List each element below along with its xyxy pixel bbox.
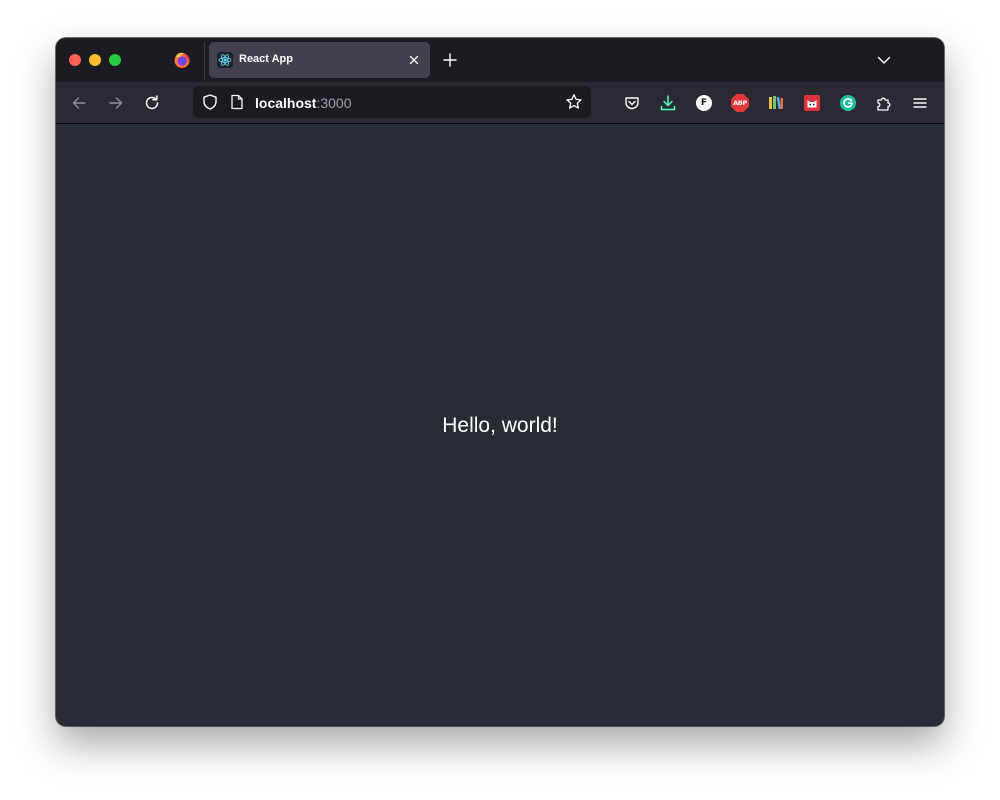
extensions-puzzle-icon[interactable]	[875, 94, 893, 112]
navigation-toolbar: localhost:3000 F ABP	[56, 82, 944, 124]
menu-icon[interactable]	[911, 94, 929, 112]
f-extension-label: F	[696, 95, 712, 111]
url-bar[interactable]: localhost:3000	[193, 86, 591, 118]
close-tab-icon[interactable]	[406, 52, 422, 68]
grammarly-icon[interactable]	[839, 94, 857, 112]
url-port: :3000	[316, 95, 352, 111]
adblock-plus-icon[interactable]: ABP	[731, 94, 749, 112]
download-icon[interactable]	[659, 94, 677, 112]
tab-divider	[204, 42, 205, 80]
tab-strip: React App	[56, 38, 944, 82]
url-host: localhost	[255, 95, 317, 111]
arrow-right-icon[interactable]	[107, 94, 125, 112]
adblock-label: ABP	[731, 94, 749, 112]
tab-title: React App	[239, 53, 293, 65]
shield-icon[interactable]	[201, 93, 219, 111]
page-content: Hello, world!	[56, 124, 944, 726]
chevron-down-icon[interactable]	[876, 52, 892, 68]
cat-extension-icon[interactable]	[803, 94, 821, 112]
firefox-icon[interactable]	[173, 51, 191, 69]
f-extension-icon[interactable]: F	[695, 94, 713, 112]
window-minimize-button[interactable]	[89, 54, 101, 66]
tab-react-app[interactable]: React App	[209, 42, 430, 78]
window-zoom-button[interactable]	[109, 54, 121, 66]
pocket-icon[interactable]	[623, 94, 641, 112]
bookmark-star-icon[interactable]	[565, 93, 583, 111]
url-text[interactable]: localhost:3000	[255, 95, 352, 111]
new-tab-plus-icon[interactable]	[442, 52, 458, 68]
window-close-button[interactable]	[69, 54, 81, 66]
library-books-icon[interactable]	[767, 94, 785, 112]
arrow-left-icon[interactable]	[70, 94, 88, 112]
page-icon[interactable]	[230, 94, 244, 110]
hello-message: Hello, world!	[442, 414, 558, 437]
reload-icon[interactable]	[143, 94, 161, 112]
browser-window: React App localhost:3000 F ABP Hello, wo…	[56, 38, 944, 726]
react-icon	[217, 52, 233, 68]
